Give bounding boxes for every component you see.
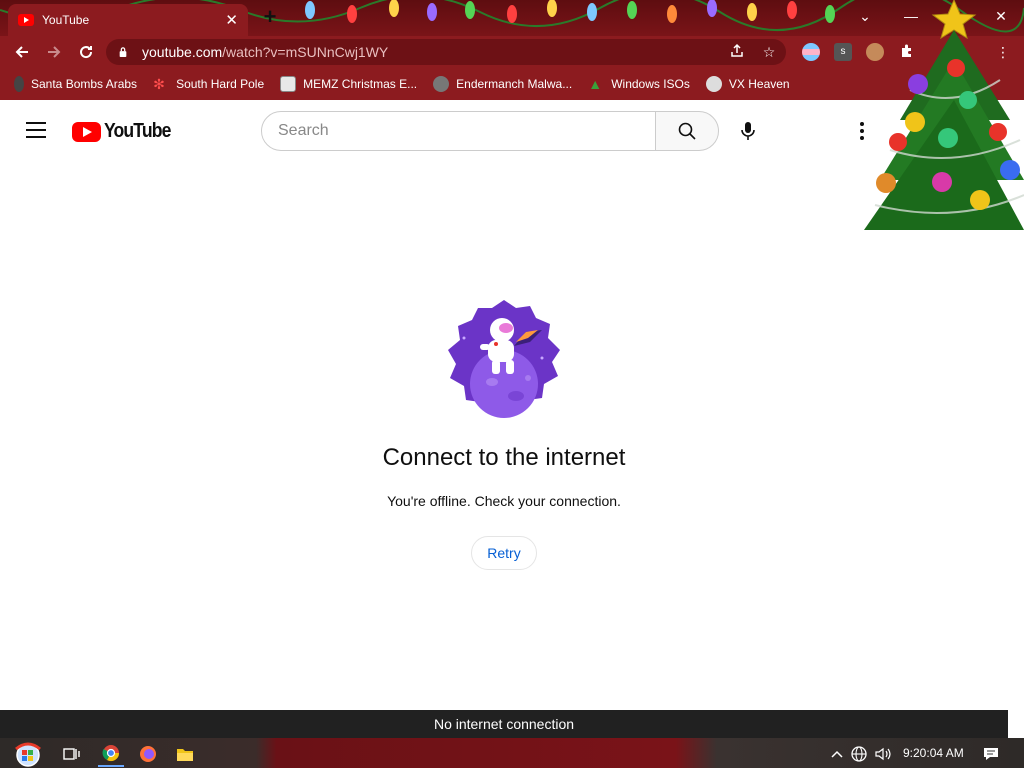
no-connection-banner: No internet connection — [0, 710, 1008, 738]
minimize-button[interactable]: — — [888, 0, 934, 32]
bookmark-star-icon[interactable]: ☆ — [760, 43, 778, 61]
task-view-icon[interactable] — [58, 741, 84, 767]
bookmark-vx-heaven[interactable]: VX Heaven — [705, 76, 790, 92]
reload-button[interactable] — [70, 36, 102, 68]
youtube-wordmark: YouTube — [104, 120, 171, 142]
tab-youtube[interactable]: YouTube ✕ — [8, 4, 248, 36]
url-path: /watch?v=mSUNnCwj1WY — [222, 44, 389, 60]
search-box — [261, 111, 656, 151]
notifications-icon[interactable] — [978, 741, 1004, 767]
bookmark-south-hard-pole[interactable]: ✻ South Hard Pole — [153, 76, 264, 92]
offline-astronaut-illustration — [448, 300, 560, 418]
new-tab-button[interactable]: + — [258, 5, 282, 29]
youtube-masthead: YouTube — [0, 102, 1024, 160]
offline-message: You're offline. Check your connection. — [387, 493, 621, 509]
bookmarks-bar: Santa Bombs Arabs ✻ South Hard Pole MEMZ… — [0, 68, 1024, 100]
youtube-play-icon — [72, 121, 101, 142]
bookmark-label: Windows ISOs — [611, 77, 690, 91]
bookmark-label: MEMZ Christmas E... — [303, 77, 418, 91]
back-button[interactable] — [6, 36, 38, 68]
microphone-icon — [741, 122, 755, 140]
pin-icon — [14, 76, 24, 92]
close-window-button[interactable]: ✕ — [978, 0, 1024, 32]
avatar-extension-icon[interactable] — [866, 43, 884, 61]
extensions-puzzle-icon[interactable] — [898, 43, 916, 61]
tree-icon: ▲ — [588, 76, 603, 92]
trans-flag-extension-icon[interactable] — [802, 43, 820, 61]
forward-button[interactable] — [38, 36, 70, 68]
youtube-logo[interactable]: YouTube — [72, 120, 180, 143]
chrome-taskbar-icon[interactable] — [98, 741, 124, 767]
tab-title: YouTube — [42, 13, 90, 27]
close-tab-icon[interactable]: ✕ — [225, 11, 238, 29]
skull-icon — [705, 76, 722, 92]
browser-menu-icon[interactable]: ⋮ — [994, 43, 1012, 61]
start-button[interactable] — [12, 741, 44, 767]
search-icon — [678, 122, 696, 140]
lock-icon[interactable] — [118, 47, 128, 57]
tab-search-chevron-icon[interactable]: ⌄ — [842, 0, 888, 32]
bookmark-label: Endermanch Malwa... — [456, 77, 573, 91]
voice-search-button[interactable] — [728, 111, 768, 151]
wolf-icon — [433, 76, 450, 92]
guide-menu-icon[interactable] — [26, 122, 46, 138]
youtube-favicon-icon — [18, 14, 34, 26]
search-input[interactable] — [278, 122, 639, 140]
bookmark-label: VX Heaven — [728, 77, 790, 91]
s-extension-icon[interactable]: s — [834, 43, 852, 61]
taskbar-clock[interactable]: 9:20:04 AM — [903, 746, 964, 760]
volume-icon[interactable] — [870, 741, 896, 767]
firefox-taskbar-icon[interactable] — [135, 741, 161, 767]
bookmark-label: Santa Bombs Arabs — [31, 77, 138, 91]
bookmark-label: South Hard Pole — [176, 77, 265, 91]
address-bar[interactable]: youtube.com/watch?v=mSUNnCwj1WY — [106, 39, 786, 65]
retry-button[interactable]: Retry — [471, 536, 537, 570]
search-button[interactable] — [655, 111, 719, 151]
memz-icon — [280, 76, 297, 92]
network-globe-icon[interactable] — [846, 741, 872, 767]
start-orb-icon — [15, 742, 41, 767]
bookmark-windows-isos[interactable]: ▲ Windows ISOs — [588, 76, 690, 92]
snowflake-icon: ✻ — [153, 76, 165, 92]
offline-title: Connect to the internet — [382, 444, 626, 471]
windows-taskbar: 9:20:04 AM — [0, 738, 1024, 768]
bookmark-endermanch-malware[interactable]: Endermanch Malwa... — [433, 76, 572, 92]
bookmark-memz-christmas[interactable]: MEMZ Christmas E... — [280, 76, 417, 92]
settings-more-icon[interactable] — [850, 119, 874, 143]
share-icon[interactable] — [728, 43, 746, 61]
browser-tab-strip: YouTube ✕ + ⌄ — ✕ — [0, 0, 1024, 36]
file-explorer-taskbar-icon[interactable] — [172, 741, 198, 767]
url-host: youtube.com — [142, 44, 223, 60]
bookmark-santa-bombs-arabs[interactable]: Santa Bombs Arabs — [14, 76, 137, 92]
